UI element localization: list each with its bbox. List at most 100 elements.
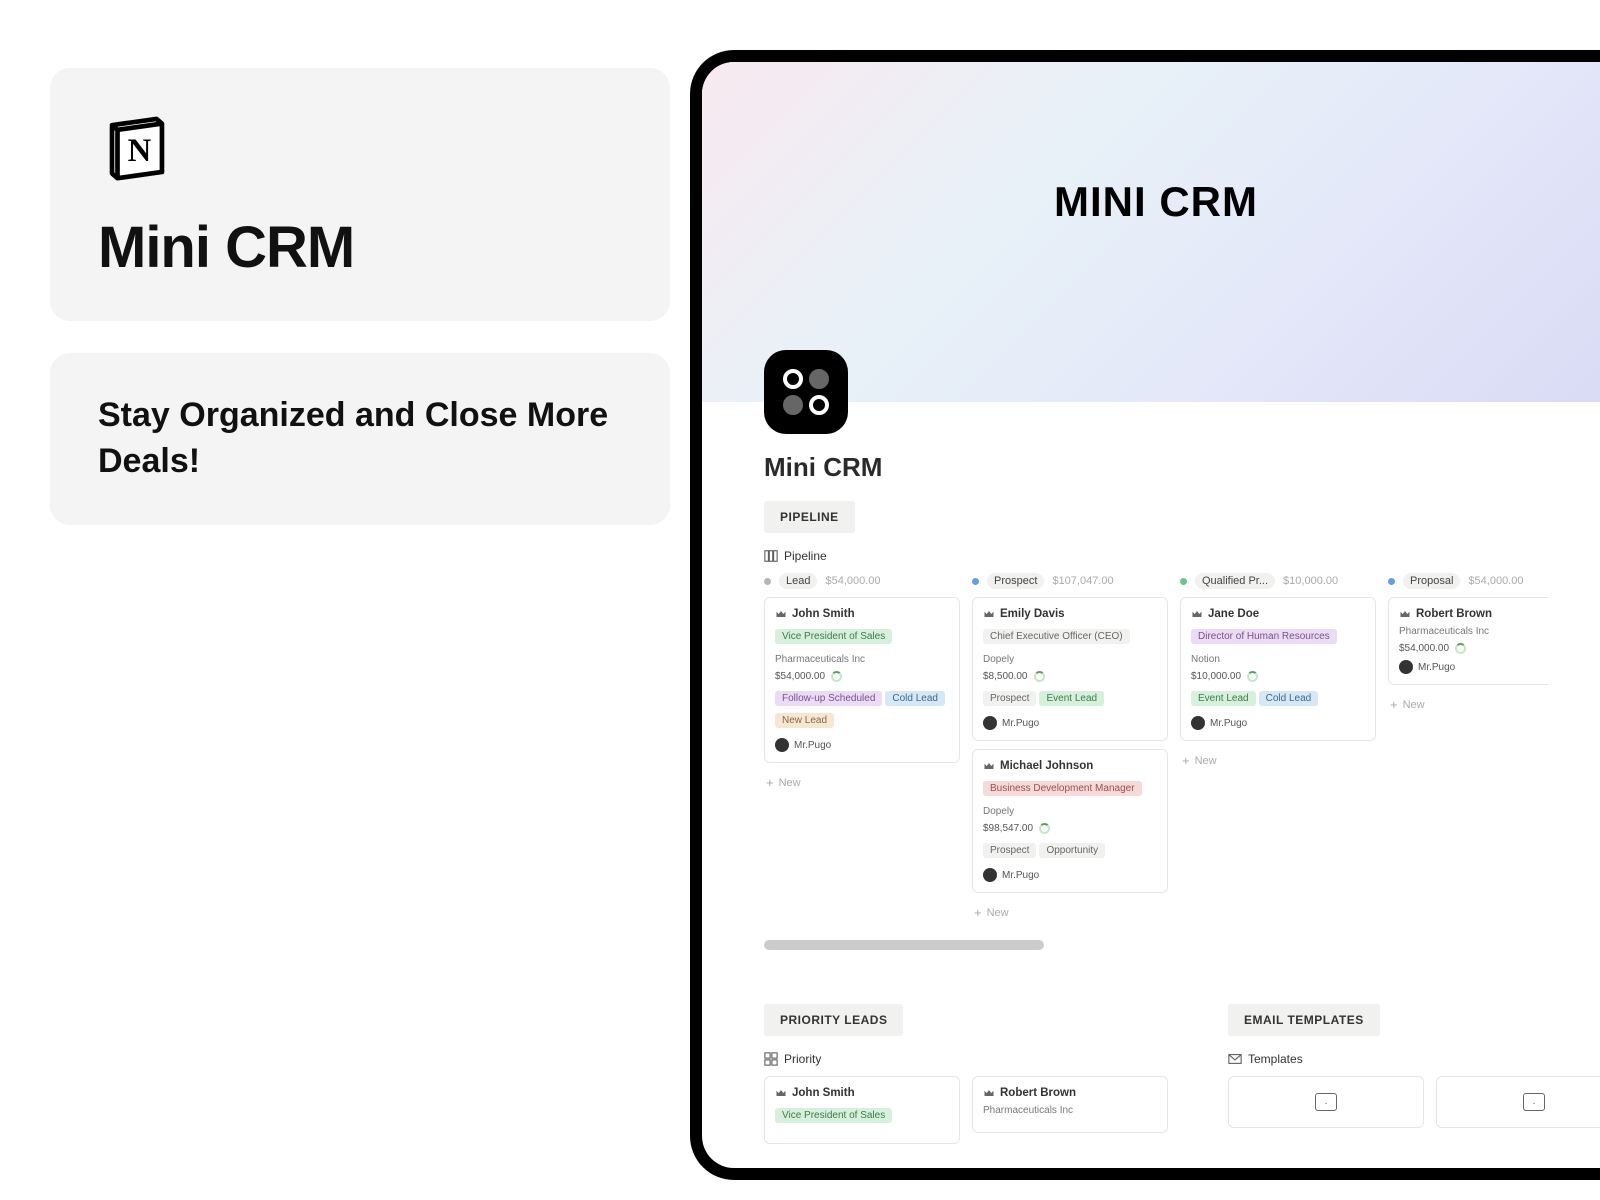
progress-spinner-icon <box>1039 823 1050 834</box>
column-header[interactable]: Proposal $54,000.00 <box>1388 573 1548 589</box>
hero-title: MINI CRM <box>1054 178 1258 226</box>
status-tag: Cold Lead <box>885 691 945 706</box>
device-preview-frame: MINI CRM Mini CRM PIPELINE Pipeline Lead… <box>690 50 1600 1180</box>
lead-card[interactable]: Robert BrownPharmaceuticals Inc$54,000.0… <box>1388 597 1548 685</box>
avatar <box>775 738 789 752</box>
status-dot-icon <box>1388 578 1395 585</box>
company-name: Pharmaceuticals Inc <box>1399 626 1548 637</box>
status-tag: Follow-up Scheduled <box>775 691 882 706</box>
kanban-column: Qualified Pr...$10,000.00 Jane Doe Directo… <box>1180 573 1376 924</box>
pipeline-view-tab[interactable]: Pipeline <box>764 549 1548 563</box>
deal-amount: $54,000.00 <box>1399 643 1449 654</box>
deal-amount: $98,547.00 <box>983 823 1033 834</box>
progress-spinner-icon <box>1247 671 1258 682</box>
deal-amount: $54,000.00 <box>775 671 825 682</box>
lead-card[interactable]: John Smith Vice President of Sales <box>764 1076 960 1144</box>
email-template-card[interactable] <box>1228 1076 1424 1128</box>
avatar <box>1399 660 1413 674</box>
role-tag: Director of Human Resources <box>1191 629 1337 644</box>
page-title: Mini CRM <box>764 452 1548 483</box>
priority-leads-section: PRIORITY LEADS Priority John Smith Vice P… <box>764 1004 1168 1152</box>
column-name: Lead <box>779 573 817 589</box>
column-header[interactable]: Lead $54,000.00 <box>764 573 960 589</box>
subtitle-card: Stay Organized and Close More Deals! <box>50 353 670 525</box>
column-header[interactable]: Qualified Pr...$10,000.00 <box>1180 573 1376 589</box>
plus-icon: + <box>766 775 774 790</box>
priority-section-header: PRIORITY LEADS <box>764 1004 903 1036</box>
status-tag: Prospect <box>983 691 1036 706</box>
company-name: Notion <box>1191 654 1365 665</box>
mail-icon <box>1523 1093 1545 1111</box>
priority-view-tab[interactable]: Priority <box>764 1052 1168 1066</box>
lead-card[interactable]: John Smith Vice President of Sales Pharmac… <box>764 597 960 763</box>
column-header[interactable]: Prospect $107,047.00 <box>972 573 1168 589</box>
progress-spinner-icon <box>831 671 842 682</box>
owner-name: Mr.Pugo <box>1002 718 1039 729</box>
owner-name: Mr.Pugo <box>1210 718 1247 729</box>
app-icon <box>764 350 848 434</box>
company-name: Dopely <box>983 654 1157 665</box>
hero-banner: MINI CRM <box>702 62 1600 402</box>
company-name: Pharmaceuticals Inc <box>775 654 949 665</box>
column-total: $107,047.00 <box>1052 575 1113 587</box>
new-card-button[interactable]: +New <box>1180 749 1376 772</box>
lead-name: John Smith <box>792 1087 855 1099</box>
role-tag: Vice President of Sales <box>775 629 892 644</box>
templates-view-tab[interactable]: Templates <box>1228 1052 1600 1066</box>
kanban-board: Lead $54,000.00 John Smith Vice President o… <box>764 573 1548 924</box>
deal-amount: $10,000.00 <box>1191 671 1241 682</box>
gallery-icon <box>764 1052 778 1066</box>
pipeline-view-label: Pipeline <box>784 549 827 563</box>
company-name: Pharmaceuticals Inc <box>983 1105 1157 1116</box>
email-template-card[interactable] <box>1436 1076 1600 1128</box>
new-card-button[interactable]: +New <box>1388 693 1548 716</box>
company-name: Dopely <box>983 806 1157 817</box>
status-tag: Event Lead <box>1191 691 1256 706</box>
avatar <box>983 716 997 730</box>
role-tag: Business Development Manager <box>983 781 1142 796</box>
kanban-column: Lead $54,000.00 John Smith Vice President o… <box>764 573 960 924</box>
lead-name: Jane Doe <box>1208 608 1259 620</box>
mail-icon <box>1315 1093 1337 1111</box>
board-icon <box>764 549 778 563</box>
column-total: $54,000.00 <box>1468 575 1523 587</box>
product-title: Mini CRM <box>98 214 622 281</box>
status-tag: New Lead <box>775 713 834 728</box>
lead-card[interactable]: Jane Doe Director of Human Resources Notio… <box>1180 597 1376 741</box>
lead-card[interactable]: Michael Johnson Business Development Mana… <box>972 749 1168 893</box>
status-dot-icon <box>972 578 979 585</box>
horizontal-scrollbar[interactable] <box>764 940 1044 950</box>
priority-board: John Smith Vice President of Sales Robert … <box>764 1076 1168 1152</box>
column-name: Prospect <box>987 573 1044 589</box>
priority-view-label: Priority <box>784 1052 821 1066</box>
owner-name: Mr.Pugo <box>794 740 831 751</box>
status-tag: Cold Lead <box>1259 691 1319 706</box>
plus-icon: + <box>1182 753 1190 768</box>
column-name: Proposal <box>1403 573 1460 589</box>
lead-name: John Smith <box>792 608 855 620</box>
title-card: N Mini CRM <box>50 68 670 321</box>
notion-logo-icon: N <box>98 108 176 186</box>
templates-section-header: EMAIL TEMPLATES <box>1228 1004 1380 1036</box>
product-subtitle: Stay Organized and Close More Deals! <box>98 393 622 485</box>
status-dot-icon <box>1180 578 1187 585</box>
lead-name: Robert Brown <box>1000 1087 1076 1099</box>
avatar <box>983 868 997 882</box>
new-card-button[interactable]: +New <box>764 771 960 794</box>
column-total: $54,000.00 <box>825 575 880 587</box>
status-tag: Prospect <box>983 843 1036 858</box>
status-tag: Opportunity <box>1039 843 1105 858</box>
lead-card[interactable]: Emily DavisChief Executive Officer (CEO)… <box>972 597 1168 741</box>
owner-name: Mr.Pugo <box>1002 870 1039 881</box>
status-tag: Event Lead <box>1039 691 1104 706</box>
new-card-button[interactable]: +New <box>972 901 1168 924</box>
email-templates-section: EMAIL TEMPLATES Templates <box>1228 1004 1600 1152</box>
role-tag: Chief Executive Officer (CEO) <box>983 629 1130 644</box>
role-tag: Vice President of Sales <box>775 1108 892 1123</box>
pipeline-section-header: PIPELINE <box>764 501 855 533</box>
lead-card[interactable]: Robert Brown Pharmaceuticals Inc <box>972 1076 1168 1133</box>
lead-name: Michael Johnson <box>1000 760 1093 772</box>
kanban-column: Prospect $107,047.00 Emily DavisChief Exec… <box>972 573 1168 924</box>
progress-spinner-icon <box>1455 643 1466 654</box>
mail-small-icon <box>1228 1052 1242 1066</box>
